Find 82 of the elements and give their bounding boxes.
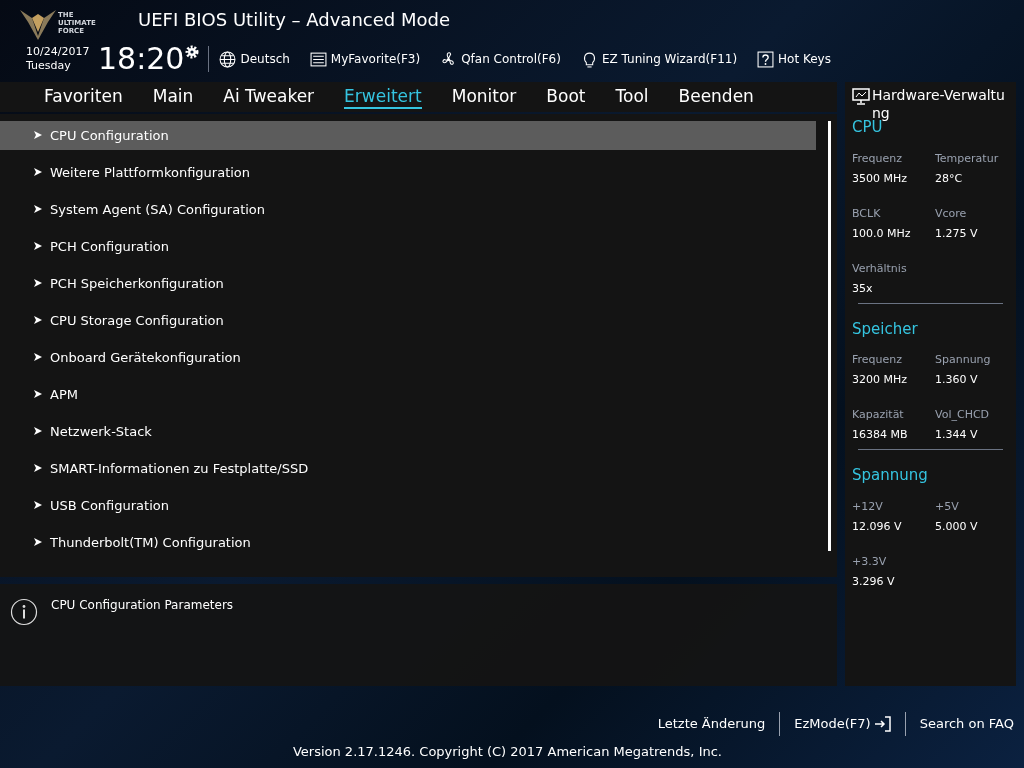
scrollbar[interactable]: [828, 120, 831, 551]
menu-item[interactable]: APM: [0, 379, 816, 409]
field-label: Frequenz: [852, 352, 904, 368]
list-icon: [309, 50, 327, 68]
field-label: Vol_CHCD: [935, 407, 991, 423]
field-label: +5V: [935, 498, 960, 515]
arrow-icon: [34, 390, 42, 399]
tab[interactable]: Beenden: [678, 84, 754, 109]
menu-item[interactable]: SMART-Informationen zu Festplatte/SSD: [0, 453, 816, 483]
field-label: Vcore: [935, 205, 968, 222]
section-title: Spannung: [852, 465, 929, 486]
arrow-icon: [34, 168, 42, 177]
tab[interactable]: Erweitert: [344, 84, 422, 109]
last-change-link[interactable]: Letzte Änderung: [657, 714, 766, 734]
field-label: Temperatur: [935, 150, 1000, 167]
arrow-icon: [34, 353, 42, 362]
field-value: 1.344 V: [935, 427, 979, 443]
field-value: 3500 MHz: [852, 170, 909, 187]
field-label: BCLK: [852, 205, 882, 222]
field-value: 3200 MHz: [852, 372, 909, 388]
toolbar-button[interactable]: Hot Keys: [757, 50, 831, 68]
tab[interactable]: Main: [152, 84, 194, 109]
field-value: 5.000 V: [935, 518, 979, 535]
menu-item[interactable]: CPU Storage Configuration: [0, 305, 816, 335]
arrow-icon: [34, 316, 42, 325]
field-value: 35x: [852, 280, 874, 297]
toolbar-button[interactable]: Qfan Control(F6): [440, 50, 561, 68]
section-title: CPU: [852, 118, 883, 138]
arrow-icon: [34, 242, 42, 251]
toolbar-button[interactable]: Deutsch: [219, 50, 290, 68]
arrow-icon: [34, 501, 42, 510]
field-value: 1.360 V: [935, 372, 979, 388]
help-icon: [757, 50, 775, 68]
field-label: Frequenz: [852, 150, 904, 167]
date-text: 10/24/2017: [26, 45, 91, 59]
field-value: 28°C: [935, 170, 964, 187]
settings-icon[interactable]: [184, 44, 201, 60]
field-label: Kapazität: [852, 407, 905, 423]
menu-item[interactable]: Netzwerk-Stack: [0, 416, 816, 446]
arrow-icon: [34, 427, 42, 436]
menu-item[interactable]: PCH Speicherkonfiguration: [0, 268, 816, 298]
window-title: UEFI BIOS Utility – Advanced Mode: [138, 8, 451, 32]
section-title: Speicher: [852, 318, 919, 340]
clock-time: 18:20: [98, 42, 185, 76]
field-label: Verhältnis: [852, 260, 908, 277]
copyright-text: Version 2.17.1246. Copyright (C) 2017 American Megatrends, Inc.: [292, 743, 722, 761]
arrow-icon: [34, 538, 42, 547]
toolbar-button[interactable]: MyFavorite(F3): [309, 50, 421, 68]
exit-icon[interactable]: [872, 716, 891, 732]
toolbar-button[interactable]: EZ Tuning Wizard(F11): [580, 50, 738, 68]
menu-item[interactable]: System Agent (SA) Configuration: [0, 194, 816, 224]
arrow-icon: [34, 464, 42, 473]
tab[interactable]: Boot: [546, 84, 586, 109]
info-icon: [10, 598, 38, 627]
menu-item[interactable]: USB Configuration: [0, 490, 816, 520]
field-value: 1.275 V: [935, 225, 979, 242]
tab[interactable]: Monitor: [451, 84, 517, 109]
menu-item[interactable]: Weitere Plattformkonfiguration: [0, 157, 816, 187]
field-label: +3.3V: [852, 553, 888, 570]
arrow-icon: [34, 279, 42, 288]
arrow-icon: [34, 205, 42, 214]
menu-item[interactable]: Thunderbolt(TM) Configuration: [0, 527, 816, 557]
field-value: 16384 MB: [852, 427, 909, 443]
tab[interactable]: Tool: [615, 84, 649, 109]
menu-item[interactable]: PCH Configuration: [0, 231, 816, 261]
day-text: Tuesday: [26, 59, 72, 73]
panel-title: Hardware-Verwaltung: [872, 86, 1006, 121]
field-value: 12.096 V: [852, 518, 903, 535]
ez-mode-link[interactable]: EzMode(F7): [794, 714, 871, 734]
arrow-icon: [34, 131, 42, 140]
monitor-icon: [852, 88, 870, 105]
field-label: Spannung: [935, 352, 992, 368]
help-text: CPU Configuration Parameters: [51, 597, 234, 615]
menu-item[interactable]: CPU Configuration: [0, 120, 816, 150]
globe-icon: [219, 50, 237, 68]
tab[interactable]: Ai Tweaker: [223, 84, 315, 109]
field-label: +12V: [852, 498, 884, 515]
field-value: 3.296 V: [852, 573, 896, 590]
faq-link[interactable]: Search on FAQ: [919, 714, 1014, 734]
field-value: 100.0 MHz: [852, 225, 912, 242]
tab[interactable]: Favoriten: [44, 84, 123, 109]
menu-item[interactable]: Onboard Gerätekonfiguration: [0, 342, 816, 372]
